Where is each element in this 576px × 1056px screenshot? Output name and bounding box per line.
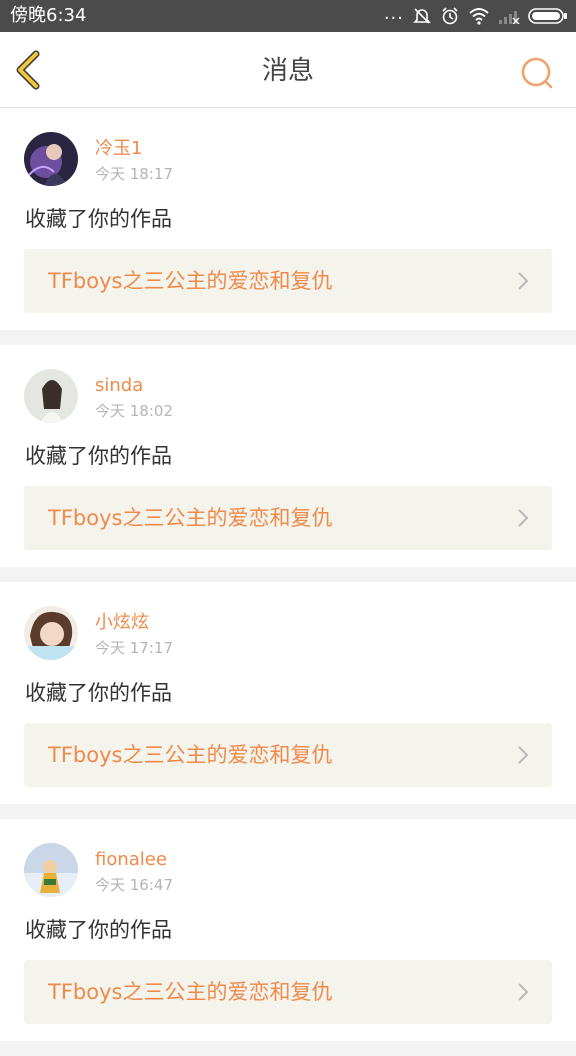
- message-list: 冷玉1 今天 18:17 收藏了你的作品 TFboys之三公主的爱恋和复仇 si…: [0, 108, 576, 1056]
- chevron-right-icon: [518, 509, 529, 527]
- work-title: TFboys之三公主的爱恋和复仇: [48, 269, 333, 293]
- avatar[interactable]: [24, 606, 78, 660]
- message-time: 今天 16:47: [95, 876, 173, 894]
- message-card: 小炫炫 今天 17:17 收藏了你的作品 TFboys之三公主的爱恋和复仇: [0, 582, 576, 804]
- user-name[interactable]: sinda: [95, 375, 143, 397]
- signal-icon: [499, 11, 520, 24]
- work-link[interactable]: TFboys之三公主的爱恋和复仇: [24, 723, 552, 787]
- work-title: TFboys之三公主的爱恋和复仇: [48, 506, 333, 530]
- work-link[interactable]: TFboys之三公主的爱恋和复仇: [24, 486, 552, 550]
- chevron-right-icon: [518, 746, 529, 764]
- status-icons: ...: [384, 4, 568, 28]
- message-card: fionalee 今天 16:47 收藏了你的作品 TFboys之三公主的爱恋和…: [0, 819, 576, 1041]
- mute-icon: [413, 8, 431, 24]
- navigation-bar: 消息: [0, 32, 576, 108]
- search-icon: [521, 57, 553, 89]
- message-time: 今天 17:17: [95, 639, 173, 657]
- message-card: sinda 今天 18:02 收藏了你的作品 TFboys之三公主的爱恋和复仇: [0, 345, 576, 567]
- action-text: 收藏了你的作品: [25, 681, 172, 705]
- avatar[interactable]: [24, 132, 78, 186]
- work-link[interactable]: TFboys之三公主的爱恋和复仇: [24, 960, 552, 1024]
- more-dots: ...: [383, 3, 404, 24]
- action-text: 收藏了你的作品: [25, 207, 172, 231]
- work-title: TFboys之三公主的爱恋和复仇: [48, 743, 333, 767]
- user-name[interactable]: 冷玉1: [95, 138, 142, 160]
- status-time: 傍晚6:34: [10, 5, 87, 26]
- work-link[interactable]: TFboys之三公主的爱恋和复仇: [24, 249, 552, 313]
- avatar[interactable]: [24, 369, 78, 423]
- action-text: 收藏了你的作品: [25, 918, 172, 942]
- status-bar: 傍晚6:34 ...: [0, 0, 576, 32]
- wifi-icon: [469, 8, 489, 25]
- search-button[interactable]: [518, 54, 558, 94]
- action-text: 收藏了你的作品: [25, 444, 172, 468]
- page-title: 消息: [261, 56, 314, 86]
- user-name[interactable]: 小炫炫: [95, 612, 149, 634]
- battery-icon: [528, 8, 567, 24]
- chevron-right-icon: [518, 983, 529, 1001]
- alarm-icon: [442, 7, 458, 25]
- message-card: 冷玉1 今天 18:17 收藏了你的作品 TFboys之三公主的爱恋和复仇: [0, 108, 576, 330]
- user-name[interactable]: fionalee: [95, 849, 167, 871]
- message-time: 今天 18:02: [95, 402, 173, 420]
- avatar[interactable]: [24, 843, 78, 897]
- message-time: 今天 18:17: [95, 165, 173, 183]
- work-title: TFboys之三公主的爱恋和复仇: [48, 980, 333, 1004]
- chevron-right-icon: [518, 272, 529, 290]
